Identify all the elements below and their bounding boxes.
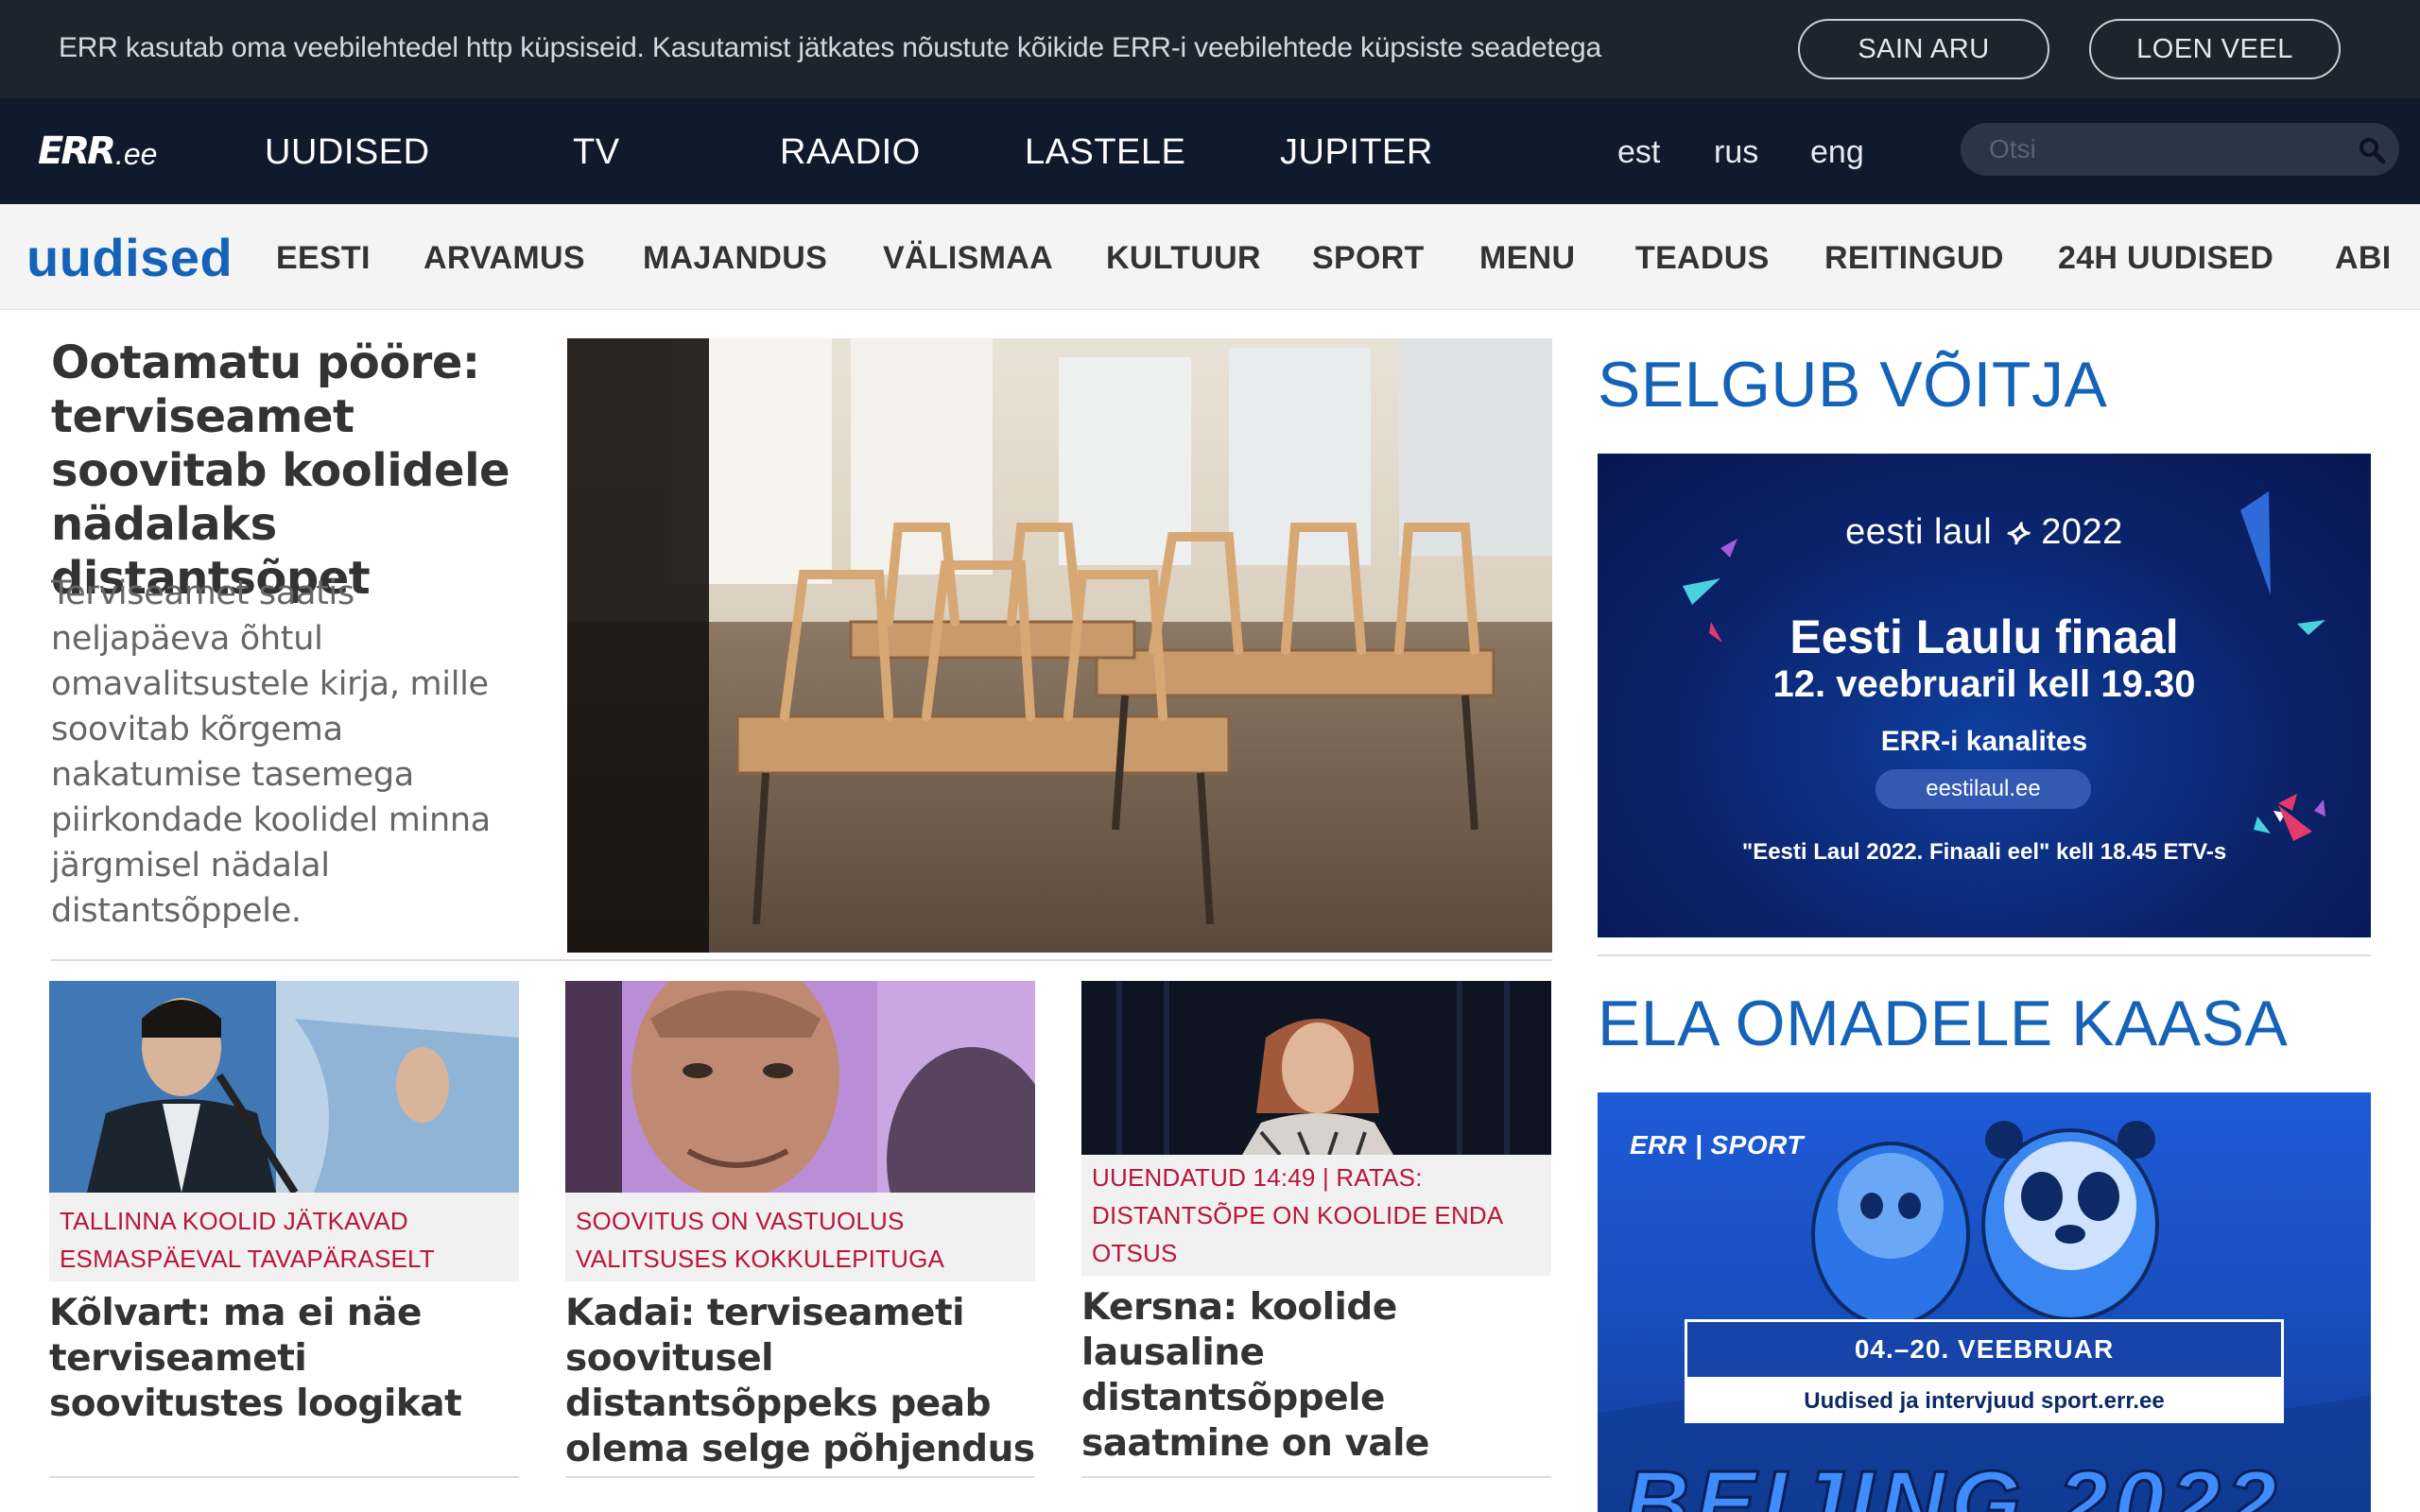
eesti-laul-channels: ERR-i kanalites xyxy=(1880,726,2088,757)
article-card-title[interactable]: Kõlvart: ma ei näe terviseameti soovitus… xyxy=(49,1291,519,1427)
lead-story-summary: Terviseamet saatis neljapäeva õhtul omav… xyxy=(51,575,491,930)
olympic-mascots-illustration xyxy=(1598,1121,2371,1512)
article-card-image xyxy=(49,981,519,1193)
beijing-2022-wordmark: BEIJING 2022 xyxy=(1623,1452,2283,1512)
section-tab-reitingud[interactable]: REITINGUD xyxy=(1824,240,2004,277)
cookie-consent-text: ERR kasutab oma veebilehtedel http küpsi… xyxy=(59,32,1601,63)
nav-item-raadio[interactable]: RAADIO xyxy=(780,132,921,173)
article-card-kicker: TALLINNA KOOLID JÄTKAVAD ESMASPÄEVAL TAV… xyxy=(49,1193,519,1281)
cookie-read-more-button[interactable]: LOEN VEEL xyxy=(2089,19,2341,79)
section-navigation: uudised EESTI ARVAMUS MAJANDUS VÄLISMAA … xyxy=(0,204,2420,310)
language-eng[interactable]: eng xyxy=(1810,134,1864,171)
nav-item-tv[interactable]: TV xyxy=(573,132,620,173)
section-tab-teadus[interactable]: TEADUS xyxy=(1635,240,1770,277)
eesti-laul-headline: Eesti Laulu finaal xyxy=(1789,610,2179,663)
sidebar-heading-ela-omadele-kaasa: ELA OMADELE KAASA xyxy=(1598,988,2289,1059)
article-card-kolvart[interactable]: TALLINNA KOOLID JÄTKAVAD ESMASPÄEVAL TAV… xyxy=(49,981,519,1427)
section-tab-eesti[interactable]: EESTI xyxy=(276,240,371,277)
language-est[interactable]: est xyxy=(1617,134,1660,171)
speaker-photo xyxy=(49,981,519,1193)
article-card-kicker: SOOVITUS ON VASTUOLUS VALITSUSES KOKKULE… xyxy=(565,1193,1035,1281)
eesti-laul-url-pill[interactable]: eestilaul.ee xyxy=(1876,769,2091,809)
search-icon[interactable] xyxy=(2358,136,2386,164)
lead-story-title[interactable]: Ootamatu pööre: terviseamet soovitab koo… xyxy=(51,336,543,606)
err-sport-olympics-banner[interactable]: ERR | SPORT 04.–20. VEEBRUAR Uudised ja … xyxy=(1598,1092,2371,1512)
nav-item-lastele[interactable]: LASTELE xyxy=(1025,132,1185,173)
search-box xyxy=(1961,123,2399,176)
eesti-laul-brand-name: eesti laul xyxy=(1845,512,1993,552)
search-input[interactable] xyxy=(1989,130,2348,168)
card-divider xyxy=(565,1476,1035,1478)
err-logo[interactable]: ERR .ee xyxy=(38,132,157,170)
press-conference-photo xyxy=(1081,981,1551,1155)
lead-story-image[interactable] xyxy=(567,338,1552,953)
eesti-laul-banner[interactable]: eesti laul ⟡ 2022 Eesti Laulu finaal 12.… xyxy=(1598,454,2371,937)
top-navigation: ERR .ee UUDISED TV RAADIO LASTELE JUPITE… xyxy=(0,98,2420,204)
section-tab-valismaa[interactable]: VÄLISMAA xyxy=(883,240,1053,277)
article-card-kadai[interactable]: SOOVITUS ON VASTUOLUS VALITSUSES KOKKULE… xyxy=(565,981,1035,1472)
article-card-title[interactable]: Kersna: koolide lausaline distantsõppele… xyxy=(1081,1285,1551,1467)
section-tab-sport[interactable]: SPORT xyxy=(1312,240,1425,277)
card-divider xyxy=(1081,1476,1551,1478)
section-tab-kultuur[interactable]: KULTUUR xyxy=(1106,240,1261,277)
cookie-consent-bar: ERR kasutab oma veebilehtedel http küpsi… xyxy=(0,0,2420,98)
eesti-laul-date: 12. veebruaril kell 19.30 xyxy=(1772,663,2196,705)
language-rus[interactable]: rus xyxy=(1714,134,1758,171)
section-tab-abi[interactable]: ABI xyxy=(2335,240,2391,277)
cookie-accept-button[interactable]: SAIN ARU xyxy=(1798,19,2049,79)
sidebar-heading-selgub-voitja: SELGUB VÕITJA xyxy=(1598,349,2108,421)
section-tab-menu[interactable]: MENU xyxy=(1479,240,1575,277)
article-card-kicker: UUENDATUD 14:49 | RATAS: DISTANTSÕPE ON … xyxy=(1081,1155,1551,1276)
err-logo-mark: ERR xyxy=(38,129,116,173)
article-card-image xyxy=(565,981,1035,1193)
article-card-kersna[interactable]: UUENDATUD 14:49 | RATAS: DISTANTSÕPE ON … xyxy=(1081,981,1551,1467)
olympics-subline: Uudised ja intervjuud sport.err.ee xyxy=(1685,1380,2284,1423)
eesti-laul-logo-icon: ⟡ xyxy=(2004,512,2030,552)
olympics-dates-box: 04.–20. VEEBRUAR xyxy=(1685,1319,2284,1380)
lead-divider xyxy=(51,959,1552,961)
eesti-laul-brand: eesti laul ⟡ 2022 xyxy=(1598,512,2371,553)
eesti-laul-footnote: "Eesti Laul 2022. Finaali eel" kell 18.4… xyxy=(1741,839,2227,865)
section-tab-24h-uudised[interactable]: 24H UUDISED xyxy=(2058,240,2273,277)
nav-item-jupiter[interactable]: JUPITER xyxy=(1280,132,1433,173)
article-card-image xyxy=(1081,981,1551,1155)
err-logo-tld: .ee xyxy=(114,137,158,171)
sidebar-divider xyxy=(1598,954,2371,956)
nav-item-uudised[interactable]: UUDISED xyxy=(265,132,430,173)
eesti-laul-year: 2022 xyxy=(2041,512,2123,552)
card-divider xyxy=(49,1476,519,1478)
section-tab-majandus[interactable]: MAJANDUS xyxy=(643,240,827,277)
section-tab-arvamus[interactable]: ARVAMUS xyxy=(424,240,585,277)
portrait-photo xyxy=(565,981,1035,1193)
classroom-photo xyxy=(567,338,1552,953)
section-logo[interactable]: uudised xyxy=(26,227,233,288)
article-card-title[interactable]: Kadai: terviseameti soovitusel distantsõ… xyxy=(565,1291,1035,1472)
